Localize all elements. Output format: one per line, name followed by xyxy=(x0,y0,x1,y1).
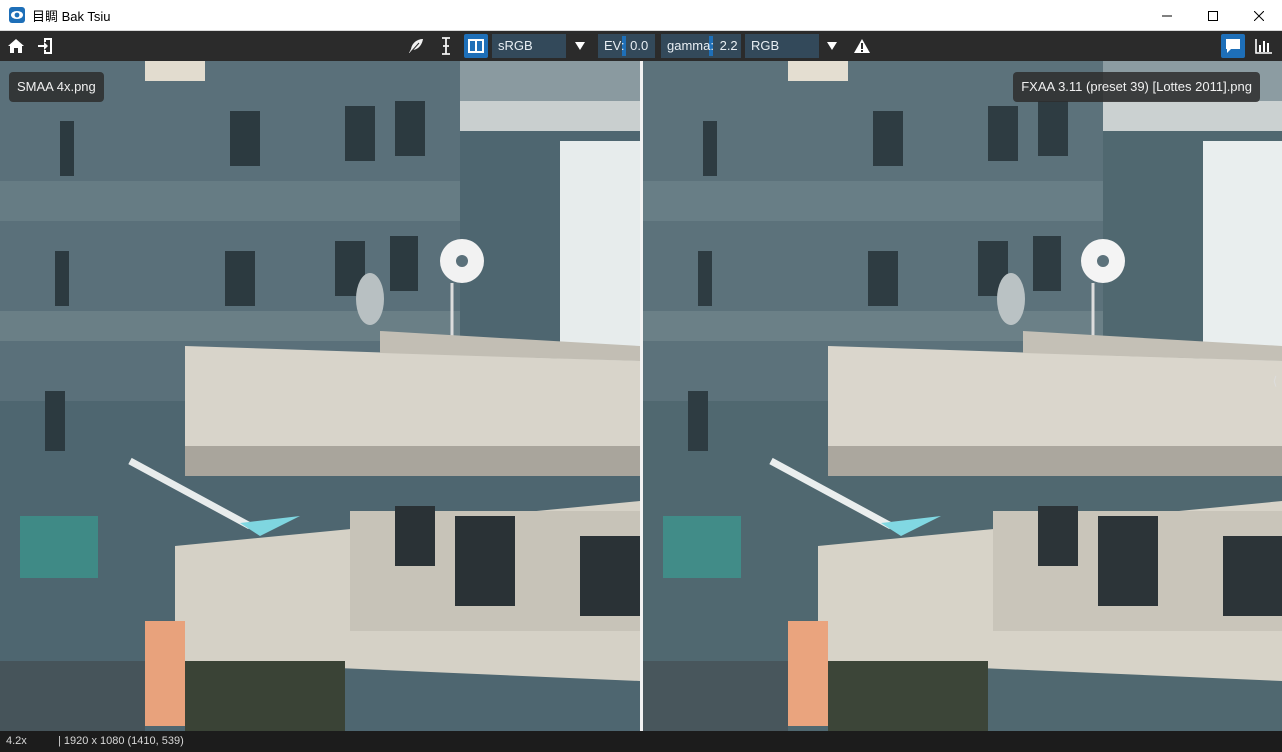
home-button[interactable] xyxy=(4,34,28,58)
gamma-value: 2.2 xyxy=(719,38,738,53)
channel-dropdown-button[interactable] xyxy=(820,34,844,58)
split-view-button[interactable] xyxy=(464,34,488,58)
left-image-label: SMAA 4x.png xyxy=(9,72,104,102)
zoom-level: 4.2x xyxy=(6,735,27,747)
channel-select[interactable]: RGB xyxy=(745,34,819,58)
feather-button[interactable] xyxy=(404,34,428,58)
status-bar: 4.2x | 1920 x 1080 (1410, 539) xyxy=(0,731,1282,752)
close-icon xyxy=(1254,10,1264,21)
ev-label: EV: xyxy=(604,38,625,53)
chevron-down-icon xyxy=(827,42,837,50)
image-viewport[interactable]: SMAA 4x.png FXAA 3.11 (preset 39) [Lotte… xyxy=(0,61,1282,731)
window-controls xyxy=(1144,0,1282,31)
left-image-pane[interactable]: SMAA 4x.png xyxy=(0,61,640,731)
ev-value: 0.0 xyxy=(630,38,649,53)
warning-icon xyxy=(854,39,870,53)
open-file-icon xyxy=(38,38,52,54)
image-info: | 1920 x 1080 (1410, 539) xyxy=(58,735,184,747)
channel-value: RGB xyxy=(751,38,780,53)
split-view-icon xyxy=(468,39,484,53)
chevron-down-icon xyxy=(575,42,585,50)
title-bar: 目睭 Bak Tsiu xyxy=(0,0,1282,31)
gamma-label: gamma: xyxy=(667,38,714,53)
app-eye-icon xyxy=(9,7,25,23)
histogram-icon xyxy=(1255,39,1272,54)
maximize-button[interactable] xyxy=(1190,0,1236,31)
colorspace-select[interactable]: sRGB xyxy=(492,34,566,58)
feather-icon xyxy=(409,39,423,54)
window-title: 目睭 Bak Tsiu xyxy=(32,8,111,24)
text-cursor-button[interactable] xyxy=(434,34,458,58)
histogram-button[interactable] xyxy=(1252,34,1276,58)
text-cursor-icon xyxy=(442,37,450,55)
close-button[interactable] xyxy=(1236,0,1282,31)
ev-slider[interactable]: EV: 0.0 xyxy=(598,34,655,58)
maximize-icon xyxy=(1208,10,1218,21)
left-scene-image xyxy=(0,61,640,731)
minimize-button[interactable] xyxy=(1144,0,1190,31)
comment-icon xyxy=(1226,39,1240,53)
colorspace-dropdown-button[interactable] xyxy=(568,34,592,58)
colorspace-value: sRGB xyxy=(498,38,533,53)
open-file-button[interactable] xyxy=(34,34,58,58)
right-image-pane[interactable]: FXAA 3.11 (preset 39) [Lottes 2011].png xyxy=(643,61,1282,731)
right-scene-image xyxy=(643,61,1282,731)
side-panel-toggle[interactable]: ⟨ xyxy=(1268,361,1282,401)
gamma-slider[interactable]: gamma: 2.2 xyxy=(661,34,741,58)
warning-button[interactable] xyxy=(850,34,874,58)
right-image-label: FXAA 3.11 (preset 39) [Lottes 2011].png xyxy=(1013,72,1260,102)
home-icon xyxy=(8,39,24,53)
minimize-icon xyxy=(1162,15,1172,16)
comment-button[interactable] xyxy=(1221,34,1245,58)
toolbar: sRGB EV: 0.0 gamma: 2.2 RGB xyxy=(0,31,1282,61)
